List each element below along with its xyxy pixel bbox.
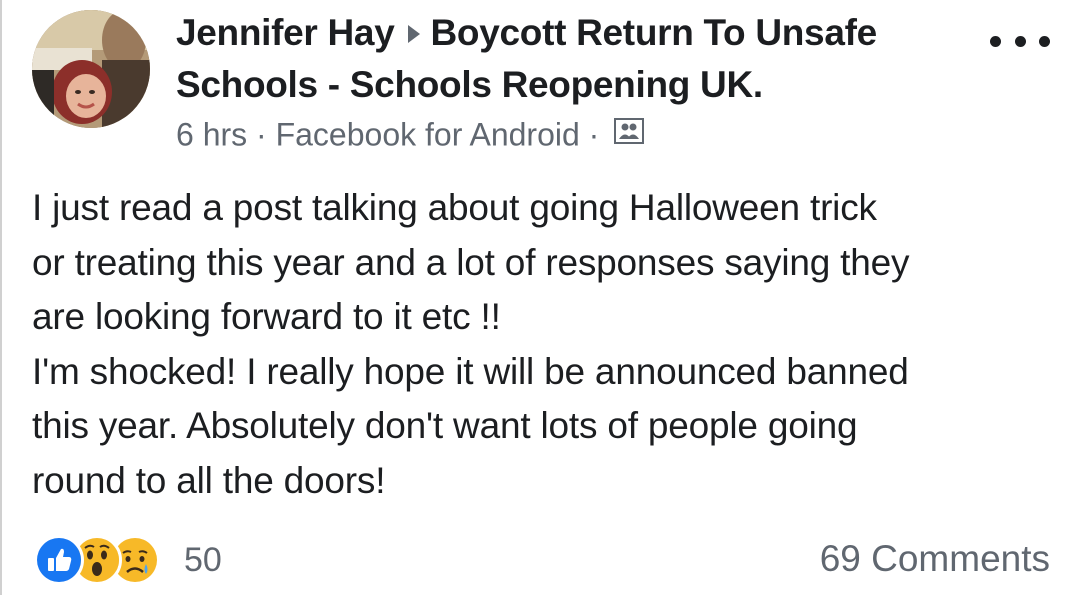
author-avatar[interactable]: [32, 10, 150, 128]
post-body-line: I'm shocked! I really hope it will be an…: [32, 350, 909, 392]
left-border: [0, 0, 2, 595]
group-name-line2[interactable]: Schools - Schools Reopening UK.: [176, 64, 763, 105]
post-source: Facebook for Android: [275, 116, 580, 153]
group-icon: [614, 113, 645, 153]
post-body-line: are looking forward to it etc !!: [32, 296, 501, 337]
meta-separator: ·: [588, 116, 600, 153]
reactions-summary[interactable]: 50: [34, 535, 222, 585]
author-name[interactable]: Jennifer Hay: [176, 12, 395, 53]
meta-separator: ·: [256, 116, 267, 153]
post-body-line: this year. Absolutely don't want lots of…: [32, 405, 858, 446]
post-body-line: round to all the doors!: [32, 459, 386, 501]
post-body: I just read a post talking about going H…: [32, 181, 1062, 508]
post-header: Jennifer Hay Boycott Return To Unsafe Sch…: [176, 8, 976, 110]
like-icon: [34, 535, 84, 585]
post-time[interactable]: 6 hrs: [176, 117, 247, 153]
post-body-line: or treating this year and a lot of respo…: [32, 241, 910, 283]
avatar-photo: [32, 10, 150, 128]
comments-count-link[interactable]: 69 Comments: [820, 536, 1050, 582]
more-options-icon[interactable]: [990, 26, 1050, 56]
post-meta: 6 hrs · Facebook for Android ·: [176, 112, 645, 155]
post-body-line: I just read a post talking about going H…: [32, 187, 877, 228]
group-name-line1[interactable]: Boycott Return To Unsafe: [431, 12, 878, 53]
reaction-count: 50: [184, 541, 222, 579]
caret-right-icon: [407, 7, 421, 57]
